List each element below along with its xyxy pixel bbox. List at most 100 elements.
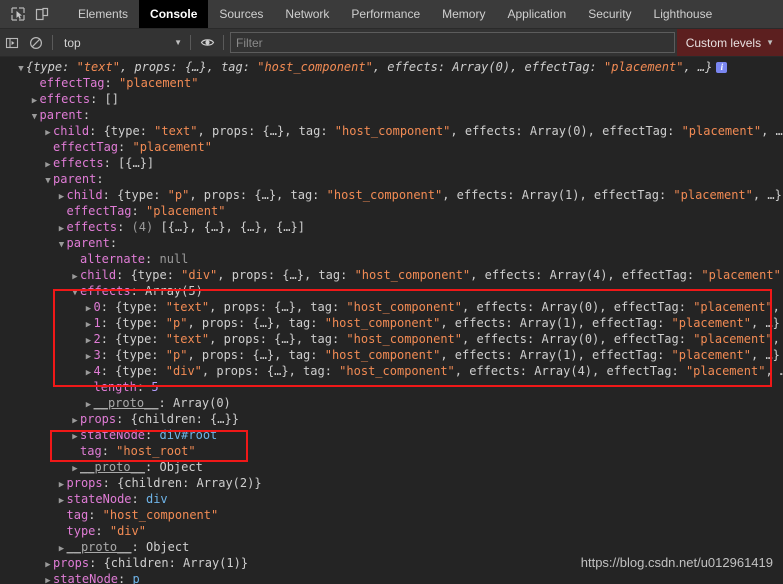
console-message-tree: {type: "text", props: {…}, tag: "host_co… [0, 59, 783, 584]
console-tree-row[interactable]: tag: "host_root" [0, 443, 783, 459]
token-str: "placement" [685, 364, 766, 378]
token-plain: : [109, 236, 118, 250]
triangle-right-icon[interactable] [43, 573, 53, 584]
console-tree-row[interactable]: alternate: null [0, 251, 783, 267]
token-str: "div" [109, 524, 146, 538]
console-tree-row[interactable]: effects: Array(5) [0, 283, 783, 299]
token-plain: : {type: [100, 300, 166, 314]
console-tree-row[interactable]: effectTag: "placement" [0, 75, 783, 91]
token-plain: : [118, 140, 133, 154]
filter-input[interactable] [230, 32, 675, 53]
token-k-name: props [53, 556, 90, 570]
token-plain: : [131, 204, 146, 218]
tab-elements[interactable]: Elements [67, 0, 139, 28]
console-tree-row[interactable]: 1: {type: "p", props: {…}, tag: "host_co… [0, 315, 783, 331]
console-tree-row[interactable]: type: "div" [0, 523, 783, 539]
console-tree-row[interactable]: length: 5 [0, 379, 783, 395]
console-tree-row[interactable]: __proto__: Object [0, 459, 783, 475]
token-plain: , effects: Array(0), effectTag: [450, 124, 682, 138]
tab-sources[interactable]: Sources [208, 0, 274, 28]
token-k-idx: 0 [93, 300, 101, 314]
token-plain: , …} [761, 124, 783, 138]
token-k-proto: __proto__ [80, 460, 146, 474]
tab-lighthouse[interactable]: Lighthouse [643, 0, 724, 28]
token-k-name: parent [66, 236, 110, 250]
token-node[interactable]: p [132, 572, 139, 584]
console-tree-row[interactable]: props: {children: Array(2)} [0, 475, 783, 491]
live-expression-eye-icon[interactable] [195, 30, 219, 55]
device-toolbar-icon[interactable] [30, 1, 54, 27]
console-tree-row[interactable]: 2: {type: "text", props: {…}, tag: "host… [0, 331, 783, 347]
inspect-element-icon[interactable] [6, 1, 30, 27]
console-tree-row[interactable]: effects: [] [0, 91, 783, 107]
tab-application[interactable]: Application [496, 0, 577, 28]
info-badge-icon[interactable]: i [716, 62, 728, 73]
console-tree-row[interactable]: stateNode: div [0, 491, 783, 507]
token-plain: : {type: [100, 364, 166, 378]
tab-memory[interactable]: Memory [431, 0, 496, 28]
execution-context-selector[interactable]: top ▼ [57, 33, 186, 52]
token-plain: , effects: Array(4), effectTag: [470, 268, 702, 282]
token-plain: : {type: [100, 348, 166, 362]
console-tree-row[interactable]: effects: (4) [{…}, {…}, {…}, {…}] [0, 219, 783, 235]
toolbar-divider [52, 35, 53, 50]
console-tree-row[interactable]: 3: {type: "p", props: {…}, tag: "host_co… [0, 347, 783, 363]
console-tree-row[interactable]: effects: [{…}] [0, 155, 783, 171]
token-k-name: stateNode [80, 428, 146, 442]
token-k-name: stateNode [53, 572, 119, 584]
token-str: "text" [165, 332, 210, 346]
console-tree-row[interactable]: effectTag: "placement" [0, 139, 783, 155]
console-tree-row[interactable]: tag: "host_component" [0, 507, 783, 523]
log-level-selector[interactable]: Custom levels ▼ [676, 29, 783, 56]
token-plain: , effects: Array(1), effectTag: [440, 348, 672, 362]
token-str: "placement" [693, 300, 773, 314]
token-plain: , effects: Array(4), effectTag: [454, 364, 686, 378]
console-tree-row[interactable]: child: {type: "div", props: {…}, tag: "h… [0, 267, 783, 283]
console-tree-row[interactable]: parent: [0, 235, 783, 251]
token-str: "host_component" [354, 268, 471, 282]
console-tree-row[interactable]: 4: {type: "div", props: {…}, tag: "host_… [0, 363, 783, 379]
console-tree-row[interactable]: stateNode: p [0, 571, 783, 584]
watermark-url: https://blog.csdn.net/u012961419 [580, 555, 773, 570]
console-tree-row[interactable]: 0: {type: "text", props: {…}, tag: "host… [0, 299, 783, 315]
token-str: "placement" [671, 316, 751, 330]
console-tree-row[interactable]: stateNode: div#root [0, 427, 783, 443]
tab-network[interactable]: Network [274, 0, 340, 28]
token-plain: : [] [90, 92, 119, 106]
chevron-down-icon: ▼ [174, 37, 182, 47]
token-node[interactable]: div#root [159, 428, 217, 442]
token-k-name: child [66, 188, 103, 202]
clear-console-icon[interactable] [24, 30, 48, 55]
console-tree-row[interactable]: child: {type: "text", props: {…}, tag: "… [0, 123, 783, 139]
tab-security[interactable]: Security [577, 0, 642, 28]
token-str: "placement" [673, 188, 753, 202]
token-node[interactable]: div [146, 492, 168, 506]
console-tree-row[interactable]: parent: [0, 171, 783, 187]
token-plain: : [145, 252, 160, 266]
console-sidebar-icon[interactable] [0, 30, 24, 55]
console-toolbar: top ▼ Custom levels ▼ [0, 29, 783, 57]
console-tree-row[interactable]: parent: [0, 107, 783, 123]
tab-console[interactable]: Console [139, 0, 209, 28]
console-tree-row[interactable]: __proto__: Object [0, 539, 783, 555]
console-tree-row[interactable]: child: {type: "p", props: {…}, tag: "hos… [0, 187, 783, 203]
token-plain: : [82, 108, 91, 122]
token-k-name: parent [53, 172, 97, 186]
token-plain: : Object [131, 540, 190, 554]
console-log-output[interactable]: {type: "text", props: {…}, tag: "host_co… [0, 57, 783, 584]
token-k-idx: 4 [93, 364, 101, 378]
tab-performance[interactable]: Performance [340, 0, 431, 28]
token-k-name: props [80, 412, 117, 426]
console-tree-row[interactable]: {type: "text", props: {…}, tag: "host_co… [0, 59, 783, 75]
token-plain: , props: {…}, tag: [217, 268, 355, 282]
console-tree-row[interactable]: effectTag: "placement" [0, 203, 783, 219]
token-k-name: effects [53, 156, 104, 170]
console-tree-row[interactable]: props: {children: {…}} [0, 411, 783, 427]
token-k-name: stateNode [66, 492, 132, 506]
token-plain: : [117, 220, 132, 234]
token-str: "p" [165, 316, 188, 330]
token-str: "placement" [145, 204, 226, 218]
token-plain: : [96, 172, 104, 186]
console-tree-row[interactable]: __proto__: Array(0) [0, 395, 783, 411]
token-plain: , props: {…}, tag: [187, 316, 325, 330]
